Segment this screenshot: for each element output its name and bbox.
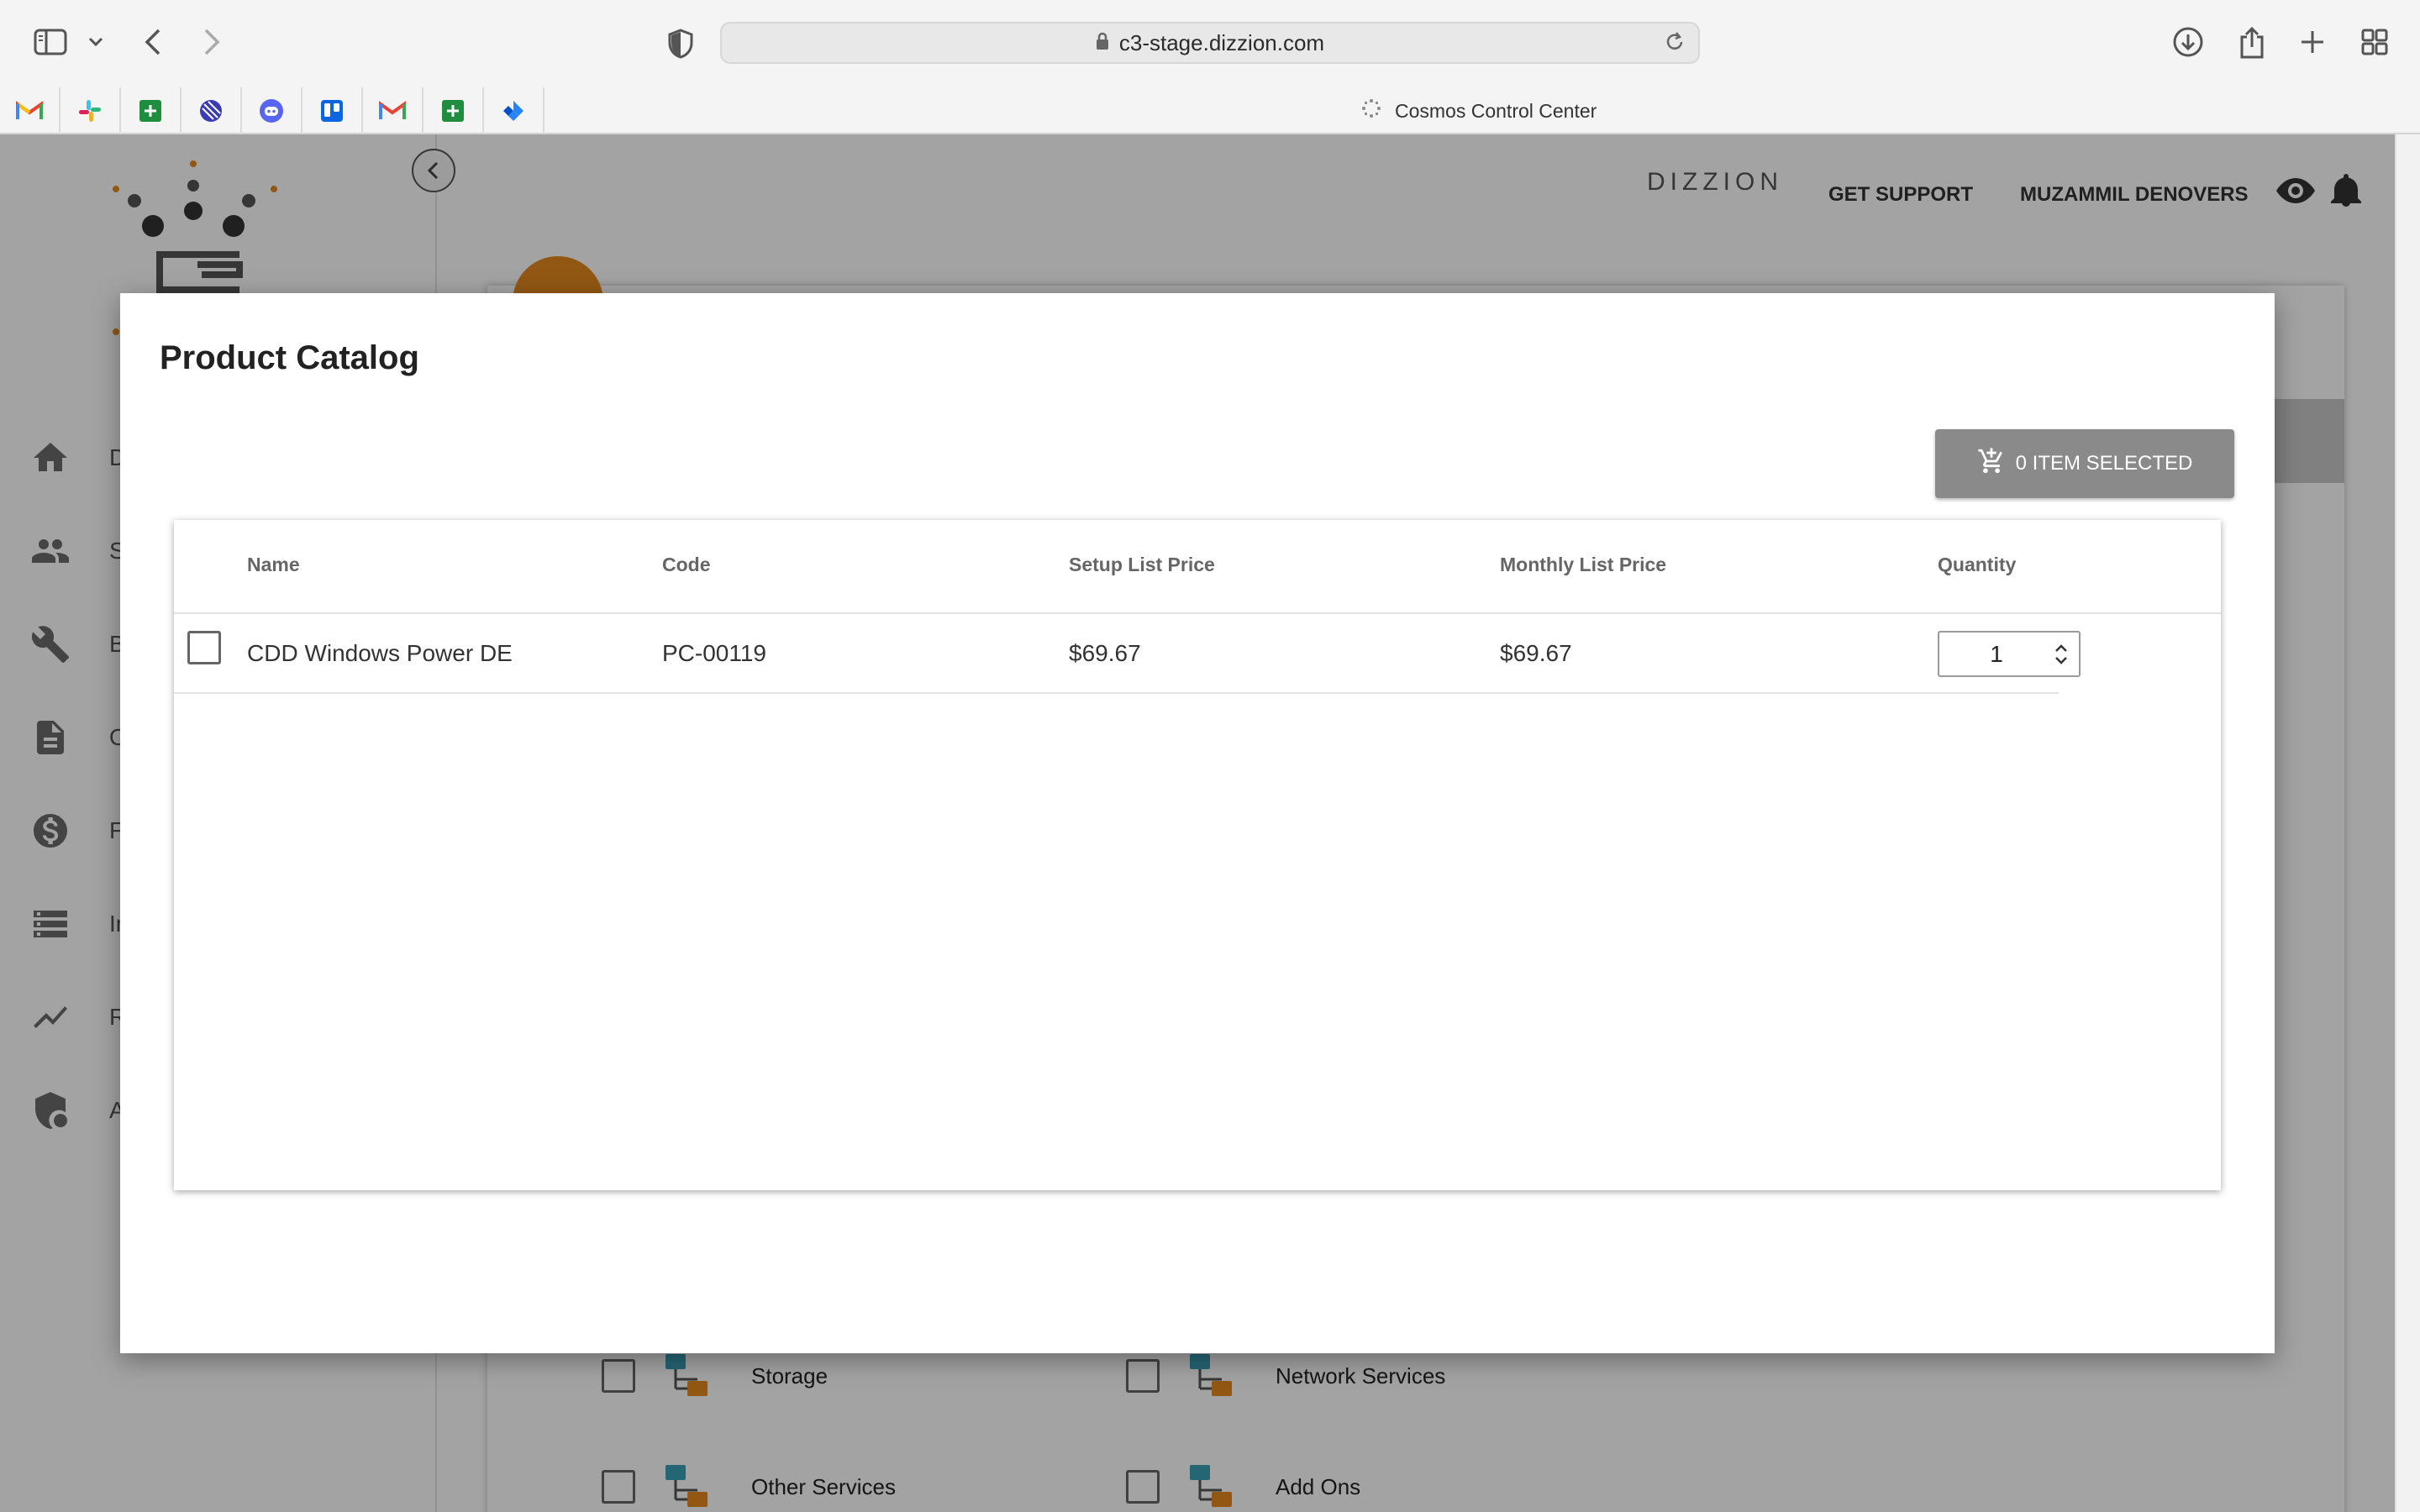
row-divider bbox=[174, 692, 2059, 694]
page-scrollbar[interactable] bbox=[2395, 134, 2420, 1512]
sheets-icon[interactable] bbox=[424, 87, 484, 134]
gmail-icon[interactable] bbox=[363, 87, 424, 134]
row-checkbox[interactable] bbox=[187, 631, 221, 664]
header-divider bbox=[174, 612, 2221, 614]
chevron-down-icon[interactable] bbox=[87, 32, 104, 52]
items-selected-button[interactable]: 0 ITEM SELECTED bbox=[1935, 429, 2234, 498]
modal-title: Product Catalog bbox=[160, 339, 419, 376]
cell-name: CDD Windows Power DE bbox=[247, 640, 513, 666]
browser-toolbar: c3-stage.dizzion.com bbox=[0, 0, 2420, 87]
column-header-monthly-price[interactable]: Monthly List Price bbox=[1500, 554, 1666, 576]
gmail-icon[interactable] bbox=[0, 87, 60, 134]
cart-add-icon bbox=[1977, 447, 2006, 481]
address-bar[interactable]: c3-stage.dizzion.com bbox=[720, 22, 1700, 64]
download-icon[interactable] bbox=[2171, 25, 2205, 59]
new-tab-icon[interactable] bbox=[2296, 25, 2329, 59]
column-header-name[interactable]: Name bbox=[247, 554, 300, 576]
jira-icon[interactable] bbox=[484, 87, 544, 134]
tab-title: Cosmos Control Center bbox=[1395, 99, 1597, 122]
url-text: c3-stage.dizzion.com bbox=[1118, 29, 1325, 55]
bookmarks-bar bbox=[0, 87, 2420, 134]
quantity-value[interactable]: 1 bbox=[1939, 641, 2054, 668]
loading-spinner-icon bbox=[1361, 98, 1381, 123]
forward-icon[interactable] bbox=[198, 25, 225, 59]
tab-overview-icon[interactable] bbox=[2358, 25, 2391, 59]
back-icon[interactable] bbox=[139, 25, 166, 59]
discord-icon[interactable] bbox=[242, 87, 302, 134]
column-header-quantity[interactable]: Quantity bbox=[1938, 554, 2016, 576]
sidebar-toggle-icon[interactable] bbox=[32, 27, 69, 57]
column-header-code[interactable]: Code bbox=[662, 554, 711, 576]
slack-icon[interactable] bbox=[60, 87, 121, 134]
cell-code: PC-00119 bbox=[662, 640, 767, 666]
stepper-arrows-icon[interactable] bbox=[2050, 638, 2072, 671]
cell-setup-price: $69.67 bbox=[1069, 640, 1141, 666]
column-header-setup-price[interactable]: Setup List Price bbox=[1069, 554, 1215, 576]
linear-icon[interactable] bbox=[182, 87, 242, 134]
cell-monthly-price: $69.67 bbox=[1500, 640, 1572, 666]
trello-icon[interactable] bbox=[302, 87, 363, 134]
lock-icon bbox=[1096, 30, 1109, 56]
product-catalog-modal: Product Catalog 0 ITEM SELECTED Name Cod… bbox=[120, 293, 2275, 1353]
privacy-shield-icon[interactable] bbox=[666, 27, 696, 60]
product-table: Name Code Setup List Price Monthly List … bbox=[174, 520, 2221, 1190]
share-icon[interactable] bbox=[2235, 24, 2269, 60]
items-selected-label: 0 ITEM SELECTED bbox=[2015, 452, 2193, 475]
reload-icon[interactable] bbox=[1663, 30, 1686, 60]
sheets-icon[interactable] bbox=[121, 87, 182, 134]
active-tab[interactable]: Cosmos Control Center bbox=[1361, 87, 1597, 134]
quantity-stepper[interactable]: 1 bbox=[1938, 631, 2081, 677]
